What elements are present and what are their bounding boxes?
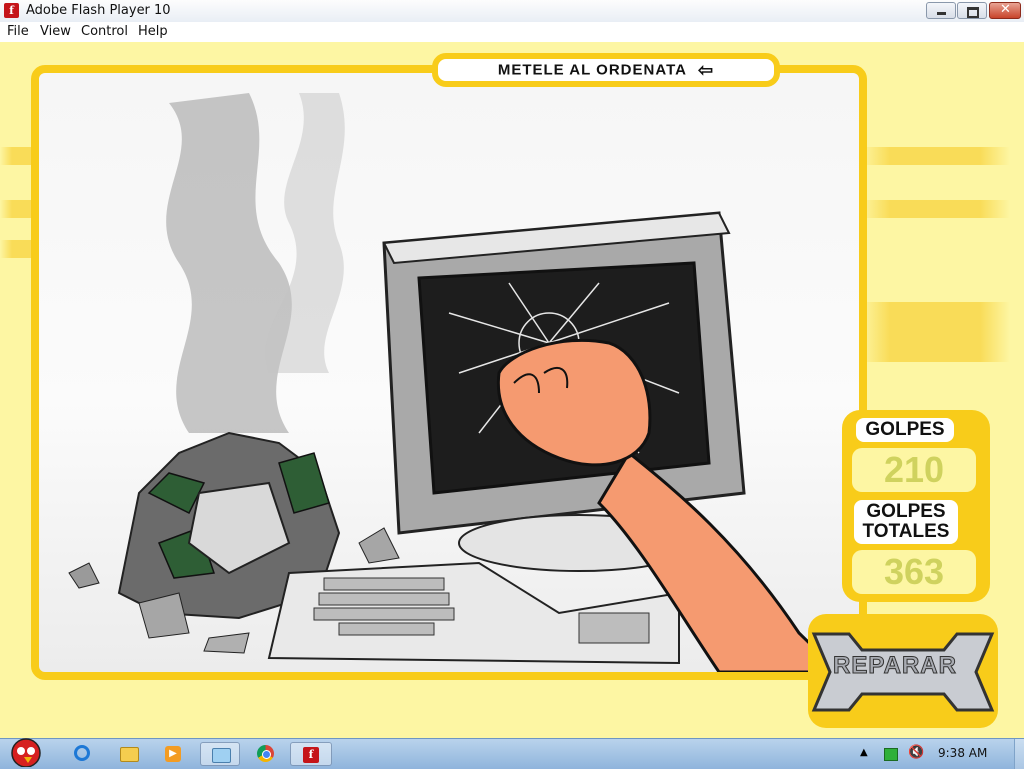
repair-button-label: REPARAR [833, 652, 957, 680]
total-hits-label: GOLPES TOTALES [850, 496, 962, 548]
game-stage: METELE AL ORDENATA ⇦ GOLPES 210 GOLPES T… [0, 42, 1024, 738]
back-arrow-icon[interactable]: ⇦ [698, 59, 714, 81]
decor-stripe [860, 302, 1010, 362]
menu-view[interactable]: View [40, 24, 71, 39]
flash-app-icon: f [4, 3, 19, 18]
close-button[interactable]: ✕ [989, 2, 1021, 19]
volume-muted-icon[interactable]: 🔇 [908, 745, 924, 760]
window-title: Adobe Flash Player 10 [26, 3, 171, 18]
smashed-computer-scene [68, 93, 842, 672]
hits-value: 210 [852, 448, 976, 492]
decor-stripe [860, 147, 1010, 165]
restore-icon [967, 7, 979, 18]
game-title: METELE AL ORDENATA [497, 61, 687, 79]
hits-label: GOLPES [852, 414, 958, 446]
menu-file[interactable]: File [7, 24, 29, 39]
total-hits-label-line2: TOTALES [862, 521, 950, 542]
taskbar-clock[interactable]: 9:38 AM [938, 746, 987, 760]
show-desktop-button[interactable] [1014, 739, 1024, 769]
internet-explorer-icon[interactable] [67, 742, 97, 766]
debris-pile [68, 562, 100, 589]
windows-explorer-icon[interactable] [200, 742, 240, 766]
taskbar: ▶ f ▲ 🔇 9:38 AM [0, 738, 1024, 769]
game-scene[interactable] [31, 65, 867, 680]
minimize-button[interactable] [926, 2, 956, 19]
minimize-icon [937, 12, 946, 15]
decor-stripe [860, 200, 1010, 218]
counter-panel: GOLPES 210 GOLPES TOTALES 363 [842, 410, 990, 602]
game-title-banner: METELE AL ORDENATA ⇦ [432, 53, 780, 87]
debris-pile [358, 527, 400, 564]
chrome-icon[interactable] [250, 742, 280, 766]
angry-birds-start-icon[interactable] [6, 733, 46, 768]
menu-help[interactable]: Help [138, 24, 168, 39]
total-hits-value: 363 [852, 550, 976, 594]
flash-player-icon[interactable]: f [290, 742, 332, 766]
repair-button[interactable]: REPARAR [804, 612, 1000, 730]
window-titlebar[interactable]: f Adobe Flash Player 10 ✕ [0, 0, 1024, 23]
menu-bar: File View Control Help [0, 22, 1024, 42]
media-player-icon[interactable]: ▶ [158, 742, 188, 766]
smoke-cloud [265, 93, 345, 373]
total-hits-label-line1: GOLPES [866, 501, 946, 522]
close-icon: ✕ [1000, 2, 1011, 17]
menu-control[interactable]: Control [81, 24, 128, 39]
show-hidden-icons-icon[interactable]: ▲ [860, 747, 868, 758]
battery-icon[interactable] [884, 748, 898, 761]
debris-pile [203, 632, 250, 654]
restore-button[interactable] [957, 2, 987, 19]
smoke-cloud [166, 93, 292, 433]
folder-icon[interactable] [113, 742, 143, 766]
